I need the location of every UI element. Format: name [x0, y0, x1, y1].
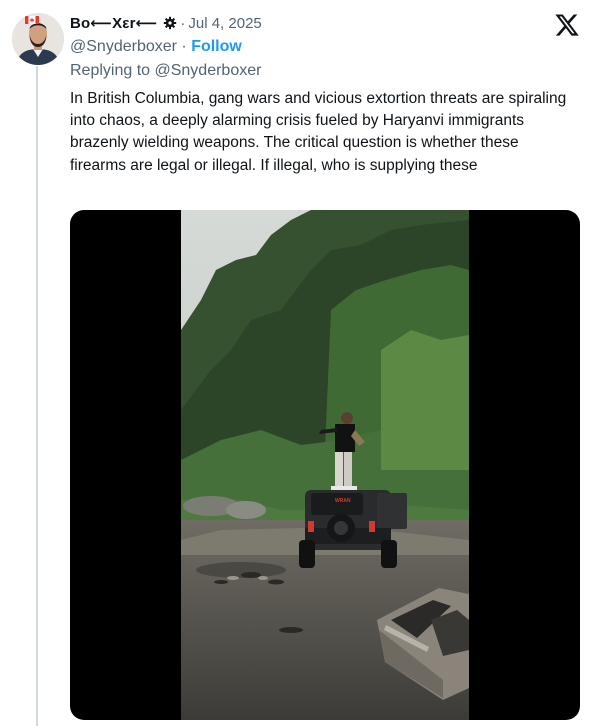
thread-line	[36, 66, 38, 726]
replying-to: Replying to @Snyderboxer	[70, 62, 262, 79]
vehicle-logo: WRAN	[335, 498, 351, 504]
video-frame: WRAN	[181, 210, 469, 720]
tweet-date[interactable]: Jul 4, 2025	[188, 15, 261, 32]
x-logo-icon[interactable]	[554, 12, 580, 38]
canada-flag-icon	[25, 16, 39, 24]
handle-separator: ·	[176, 38, 192, 55]
author-handle[interactable]: @Snyderboxer	[70, 38, 177, 56]
author-name[interactable]: Bo⟵Xεr⟵	[70, 14, 157, 32]
tweet-text: In British Columbia, gang wars and vicio…	[70, 90, 567, 174]
gear-badge-icon	[164, 16, 177, 30]
tweet-video[interactable]: WRAN	[70, 210, 580, 720]
follow-button[interactable]: Follow	[191, 38, 242, 56]
avatar[interactable]	[12, 13, 64, 65]
separator: ·	[180, 14, 186, 32]
